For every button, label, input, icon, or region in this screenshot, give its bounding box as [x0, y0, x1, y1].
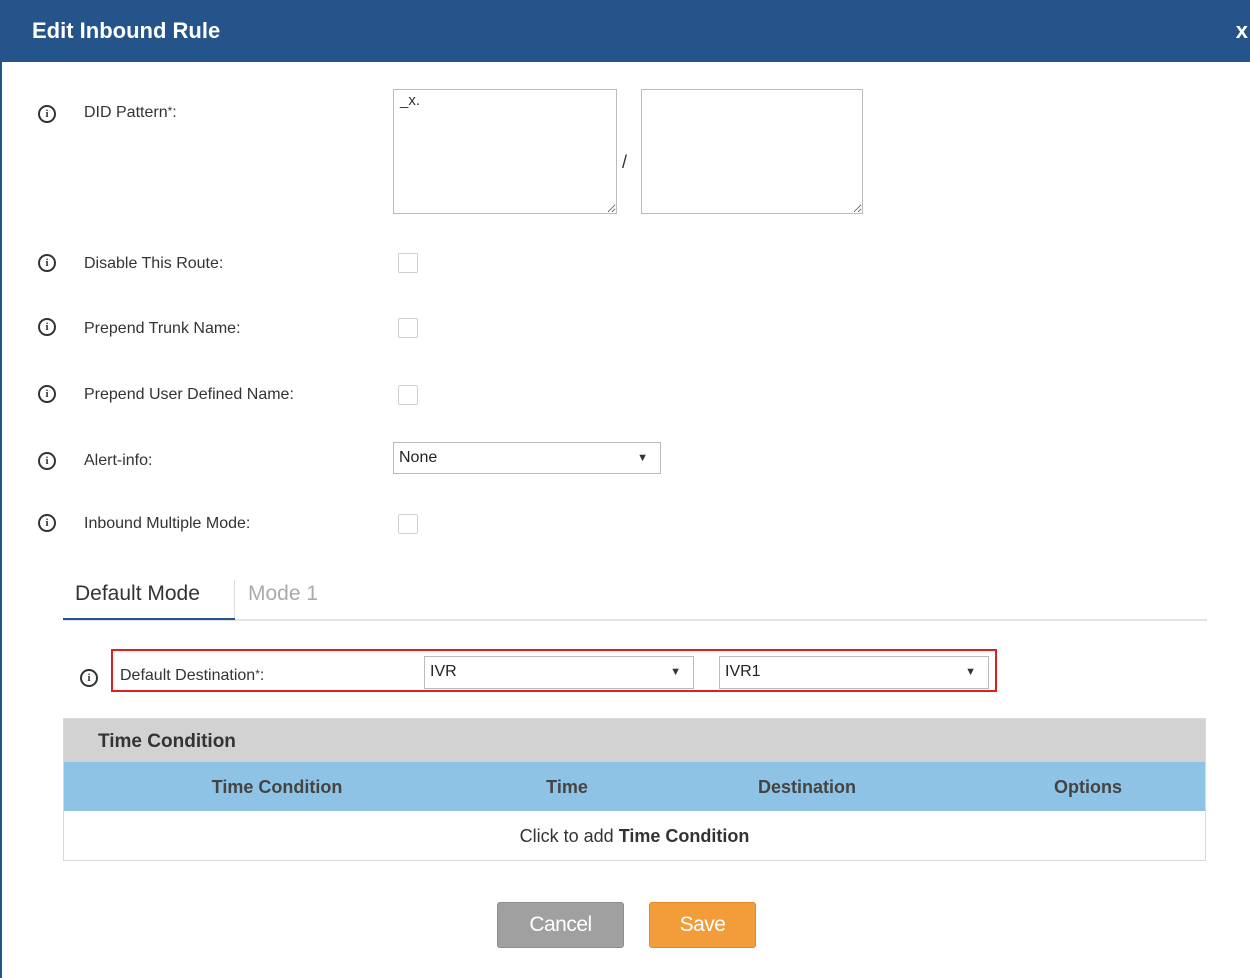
prepend-trunk-label: Prepend Trunk Name:	[84, 320, 241, 337]
save-button[interactable]: Save	[649, 902, 756, 948]
destination-type-select[interactable]: IVR ▼	[424, 656, 694, 689]
prepend-user-label: Prepend User Defined Name:	[84, 386, 294, 403]
info-icon[interactable]: i	[38, 514, 56, 532]
inbound-multiple-checkbox[interactable]	[398, 514, 418, 534]
destination-type-value: IVR	[430, 663, 457, 680]
destination-target-select[interactable]: IVR1 ▼	[719, 656, 989, 689]
time-condition-panel: Time Condition Time Condition Time Desti…	[63, 718, 1206, 861]
dialog-border	[0, 62, 2, 978]
did-pattern-label: DID Pattern*:	[84, 104, 177, 121]
time-condition-table-header: Time Condition Time Destination Options	[64, 762, 1205, 811]
tab-divider	[234, 580, 235, 620]
alert-info-select[interactable]: None ▼	[393, 442, 661, 474]
did-separator: /	[622, 152, 628, 172]
tab-default-mode[interactable]: Default Mode	[75, 582, 200, 606]
add-time-condition-target: Time Condition	[618, 826, 750, 846]
caret-down-icon: ▼	[670, 666, 681, 678]
dialog-header: Edit Inbound Rule x	[0, 0, 1250, 62]
default-destination-label: Default Destination*:	[120, 667, 265, 684]
caret-down-icon: ▼	[965, 666, 976, 678]
column-header: Options	[1054, 777, 1122, 797]
column-header: Time Condition	[211, 777, 343, 797]
active-tab-indicator	[63, 618, 235, 620]
info-icon[interactable]: i	[38, 452, 56, 470]
caret-down-icon: ▼	[637, 452, 648, 464]
add-time-condition-prefix: Click to add	[519, 826, 619, 846]
tab-mode-1[interactable]: Mode 1	[248, 582, 318, 606]
disable-route-checkbox[interactable]	[398, 253, 418, 273]
time-condition-header: Time Condition	[64, 719, 1205, 762]
close-button[interactable]: x	[1236, 18, 1248, 44]
did-pattern-input[interactable]	[393, 89, 617, 214]
info-icon[interactable]: i	[38, 385, 56, 403]
info-icon[interactable]: i	[38, 318, 56, 336]
did-pattern-secondary-input[interactable]	[641, 89, 863, 214]
info-icon[interactable]: i	[38, 254, 56, 272]
prepend-trunk-checkbox[interactable]	[398, 318, 418, 338]
cancel-button[interactable]: Cancel	[497, 902, 624, 948]
alert-info-value: None	[399, 449, 438, 466]
time-condition-title: Time Condition	[98, 731, 236, 752]
inbound-multiple-label: Inbound Multiple Mode:	[84, 515, 251, 532]
add-time-condition-link[interactable]: Click to add Time Condition	[64, 812, 1205, 860]
column-header: Time	[546, 777, 588, 797]
destination-target-value: IVR1	[725, 663, 761, 680]
prepend-user-checkbox[interactable]	[398, 385, 418, 405]
column-header: Destination	[757, 777, 857, 797]
info-icon[interactable]: i	[38, 105, 56, 123]
disable-route-label: Disable This Route:	[84, 255, 224, 272]
alert-info-label: Alert-info:	[84, 452, 153, 469]
dialog-title: Edit Inbound Rule	[32, 18, 221, 43]
info-icon[interactable]: i	[80, 669, 98, 687]
